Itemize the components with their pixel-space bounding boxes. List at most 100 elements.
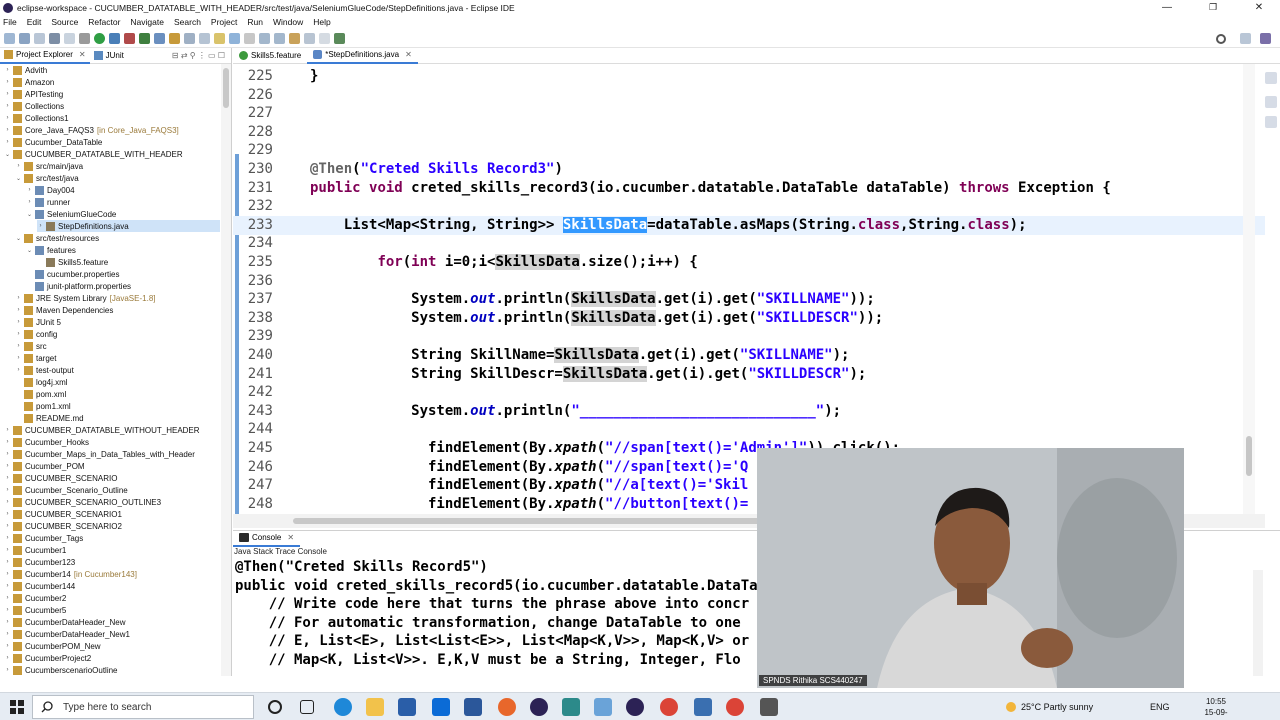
edge-icon[interactable] bbox=[334, 698, 352, 716]
tree-item[interactable]: ⌄ SeleniumGlueCode bbox=[26, 208, 220, 220]
next-annotation-icon[interactable] bbox=[259, 33, 270, 44]
tree-item[interactable]: › config bbox=[15, 328, 220, 340]
code-line[interactable]: 228 bbox=[233, 123, 1265, 142]
chevron-right-icon[interactable]: › bbox=[15, 343, 22, 349]
app-icon[interactable] bbox=[562, 698, 580, 716]
chevron-right-icon[interactable]: › bbox=[4, 667, 11, 673]
menu-project[interactable]: Project bbox=[211, 17, 237, 27]
chevron-right-icon[interactable]: › bbox=[4, 535, 11, 541]
tab-stepdefinitions-java[interactable]: *StepDefinitions.java ✕ bbox=[307, 47, 418, 64]
tree-item[interactable]: junit-platform.properties bbox=[26, 280, 220, 292]
tree-item[interactable]: › src/main/java bbox=[15, 160, 220, 172]
editor-vertical-scrollbar[interactable] bbox=[1243, 64, 1255, 514]
tree-item[interactable]: › Day004 bbox=[26, 184, 220, 196]
remote-desktop-icon[interactable] bbox=[694, 698, 712, 716]
tree-item[interactable]: › CUCUMBER_SCENARIO2 bbox=[4, 520, 220, 532]
tree-item[interactable]: › target bbox=[15, 352, 220, 364]
chevron-right-icon[interactable]: › bbox=[4, 619, 11, 625]
clock[interactable]: 10:55 15-09-2022 bbox=[1196, 696, 1236, 720]
chevron-right-icon[interactable]: › bbox=[4, 115, 11, 121]
toggle-block-selection-icon[interactable] bbox=[229, 33, 240, 44]
chevron-right-icon[interactable]: › bbox=[15, 331, 22, 337]
code-line[interactable]: 232 bbox=[233, 197, 1265, 216]
language-indicator[interactable]: ENG bbox=[1150, 693, 1170, 720]
tree-item[interactable]: › CucumberDataHeader_New1 bbox=[4, 628, 220, 640]
code-line[interactable]: 227 bbox=[233, 104, 1265, 123]
chevron-right-icon[interactable]: › bbox=[4, 487, 11, 493]
tab-console[interactable]: Console ✕ bbox=[233, 531, 301, 547]
code-line[interactable]: 234 bbox=[233, 234, 1265, 253]
code-line[interactable]: 236 bbox=[233, 272, 1265, 291]
code-line[interactable]: 242 bbox=[233, 383, 1265, 402]
terminal-icon[interactable] bbox=[49, 33, 60, 44]
tab-junit[interactable]: JUnit bbox=[90, 48, 128, 64]
chevron-right-icon[interactable]: › bbox=[4, 103, 11, 109]
previous-annotation-icon[interactable] bbox=[274, 33, 285, 44]
tree-item[interactable]: › Advith bbox=[4, 64, 220, 76]
chevron-right-icon[interactable]: › bbox=[26, 187, 33, 193]
tree-item[interactable]: › Cucumber_Tags bbox=[4, 532, 220, 544]
chevron-right-icon[interactable]: › bbox=[4, 523, 11, 529]
code-line[interactable]: 239 bbox=[233, 327, 1265, 346]
tree-item[interactable]: log4j.xml bbox=[15, 376, 220, 388]
maximize-button[interactable]: ❐ bbox=[1190, 0, 1236, 15]
tree-item[interactable]: README.md bbox=[15, 412, 220, 424]
code-line[interactable]: 235 for(int i=0;i<SkillsData.size();i++)… bbox=[233, 253, 1265, 272]
taskbar-search-input[interactable]: Type here to search bbox=[32, 695, 254, 719]
chevron-right-icon[interactable]: › bbox=[15, 355, 22, 361]
skip-breakpoints-icon[interactable] bbox=[64, 33, 75, 44]
chevron-right-icon[interactable]: › bbox=[37, 223, 44, 229]
tree-item[interactable]: › test-output bbox=[15, 364, 220, 376]
tab-skills5-feature[interactable]: Skills5.feature bbox=[233, 48, 307, 64]
chevron-right-icon[interactable]: › bbox=[4, 139, 11, 145]
chevron-right-icon[interactable]: › bbox=[4, 595, 11, 601]
code-line[interactable]: 229 bbox=[233, 141, 1265, 160]
debug-icon[interactable] bbox=[79, 33, 90, 44]
tree-item[interactable]: pom.xml bbox=[15, 388, 220, 400]
chrome-icon-2[interactable] bbox=[726, 698, 744, 716]
chevron-right-icon[interactable]: › bbox=[15, 319, 22, 325]
notepad-icon[interactable] bbox=[594, 698, 612, 716]
tree-item[interactable]: cucumber.properties bbox=[26, 268, 220, 280]
chevron-right-icon[interactable]: › bbox=[26, 199, 33, 205]
app-icon-2[interactable] bbox=[760, 698, 778, 716]
chevron-right-icon[interactable]: › bbox=[15, 367, 22, 373]
chevron-right-icon[interactable]: › bbox=[4, 559, 11, 565]
chevron-right-icon[interactable]: › bbox=[4, 499, 11, 505]
tree-item[interactable]: ⌄ features bbox=[26, 244, 220, 256]
code-line[interactable]: 225} bbox=[233, 67, 1265, 86]
search-toolbar-icon[interactable] bbox=[199, 33, 210, 44]
menu-file[interactable]: File bbox=[3, 17, 17, 27]
menu-edit[interactable]: Edit bbox=[27, 17, 42, 27]
tree-item[interactable]: › Collections1 bbox=[4, 112, 220, 124]
java-perspective-icon[interactable] bbox=[1260, 33, 1271, 44]
code-line[interactable]: 226 bbox=[233, 86, 1265, 105]
task-list-icon[interactable] bbox=[1265, 96, 1277, 108]
task-view-icon[interactable] bbox=[300, 700, 314, 714]
tree-item[interactable]: › CUCUMBER_SCENARIO_OUTLINE3 bbox=[4, 496, 220, 508]
windows-start-icon[interactable] bbox=[10, 700, 24, 714]
chevron-right-icon[interactable]: › bbox=[4, 439, 11, 445]
close-window-button[interactable]: ✕ bbox=[1236, 0, 1280, 15]
forward-icon[interactable] bbox=[319, 33, 330, 44]
tree-item[interactable]: › APITesting bbox=[4, 88, 220, 100]
new-package-icon[interactable] bbox=[154, 33, 165, 44]
code-line[interactable]: 231 public void creted_skills_record3(io.… bbox=[233, 179, 1265, 198]
chevron-right-icon[interactable]: › bbox=[4, 67, 11, 73]
external-tools-icon[interactable] bbox=[124, 33, 135, 44]
tree-scrollbar[interactable] bbox=[221, 64, 231, 676]
code-line[interactable]: 230 @Then("Creted Skills Record3") bbox=[233, 160, 1265, 179]
tree-item[interactable]: › Amazon bbox=[4, 76, 220, 88]
search-icon[interactable] bbox=[1216, 33, 1226, 44]
new-java-project-icon[interactable] bbox=[139, 33, 150, 44]
firefox-icon[interactable] bbox=[498, 698, 516, 716]
chevron-right-icon[interactable]: › bbox=[4, 127, 11, 133]
chevron-right-icon[interactable]: › bbox=[4, 511, 11, 517]
tree-item[interactable]: › Cucumber5 bbox=[4, 604, 220, 616]
close-tab-icon[interactable]: ✕ bbox=[405, 50, 412, 59]
tree-item[interactable]: › Maven Dependencies bbox=[15, 304, 220, 316]
outline-icon[interactable] bbox=[1265, 72, 1277, 84]
code-line[interactable]: 240 String SkillName=SkillsData.get(i).g… bbox=[233, 346, 1265, 365]
mail-icon[interactable] bbox=[432, 698, 450, 716]
chevron-right-icon[interactable]: › bbox=[4, 91, 11, 97]
